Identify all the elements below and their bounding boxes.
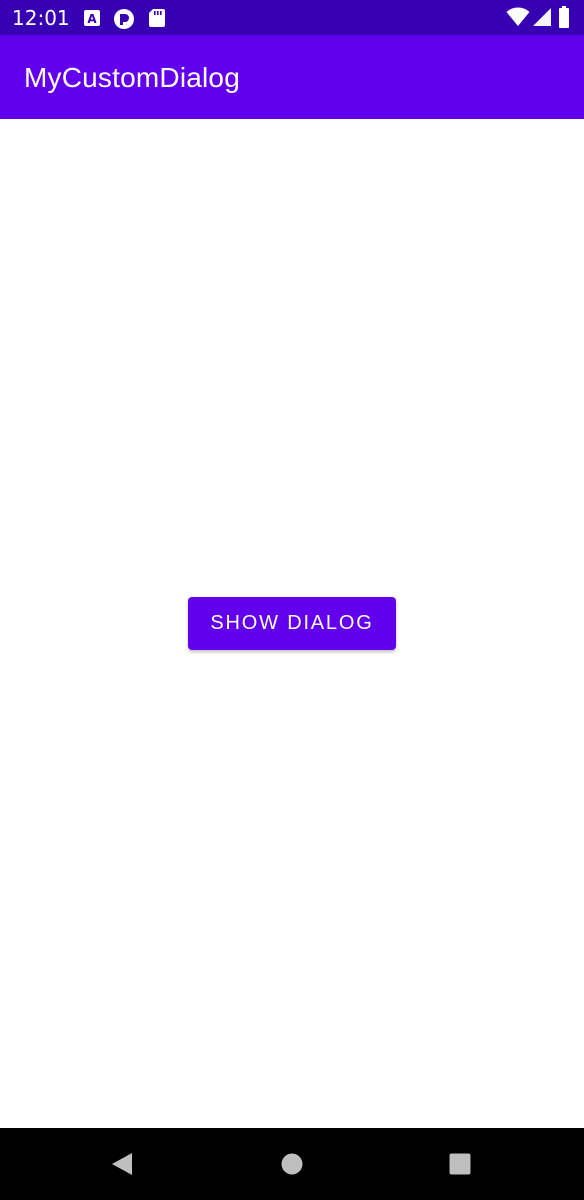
sd-card-icon bbox=[148, 8, 168, 28]
wifi-icon bbox=[506, 7, 530, 27]
cellular-signal-icon bbox=[532, 7, 552, 27]
show-dialog-button[interactable]: SHOW DIALOG bbox=[188, 597, 396, 650]
status-bar: 12:01 A bbox=[0, 0, 584, 35]
app-title: MyCustomDialog bbox=[24, 62, 240, 93]
screen: 12:01 A MyCustomDialog SHOW DIALOG bbox=[0, 0, 584, 1200]
main-content: SHOW DIALOG bbox=[0, 119, 584, 1128]
text-a-icon: A bbox=[82, 8, 102, 28]
battery-icon bbox=[558, 6, 570, 28]
svg-text:A: A bbox=[87, 12, 97, 26]
home-icon[interactable] bbox=[281, 1153, 303, 1175]
notification-p-icon bbox=[113, 8, 134, 29]
status-time: 12:01 bbox=[12, 6, 70, 30]
back-icon[interactable] bbox=[110, 1152, 134, 1176]
app-bar: MyCustomDialog bbox=[0, 35, 584, 119]
recents-icon[interactable] bbox=[449, 1153, 471, 1175]
navigation-bar bbox=[0, 1128, 584, 1200]
